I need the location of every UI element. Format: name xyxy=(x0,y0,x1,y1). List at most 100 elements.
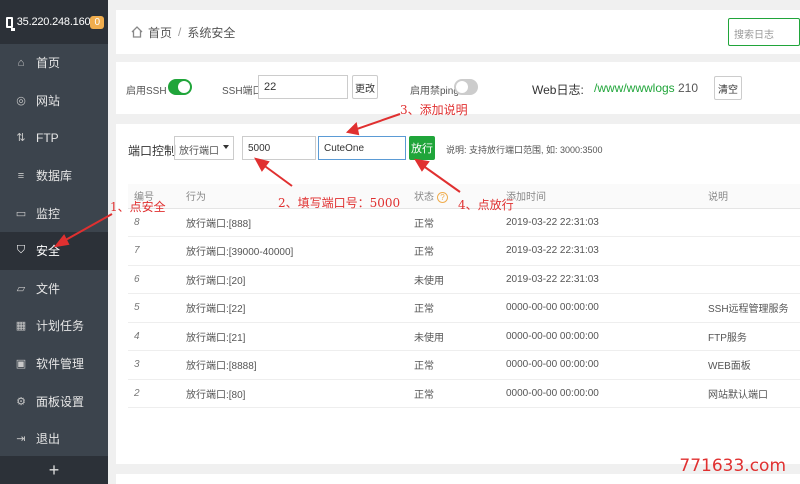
sidebar-item-3[interactable]: ≡ 数据库 xyxy=(0,157,108,195)
sidebar-item-10[interactable]: ⇥ 退出 xyxy=(0,420,108,458)
ping-toggle[interactable] xyxy=(454,79,478,95)
ssh-toggle[interactable] xyxy=(168,79,192,95)
cell-status: 未使用 xyxy=(414,265,506,294)
sidebar-item-label: FTP xyxy=(36,130,59,145)
port-control-title: 端口控制 xyxy=(128,144,177,158)
sidebar-item-9[interactable]: ⚙ 面板设置 xyxy=(0,382,108,420)
cell-action: 放行端口:[21] xyxy=(186,322,414,351)
col-time: 添加时间 xyxy=(506,184,708,209)
table-row: 7 放行端口:[39000-40000] 正常 2019-03-22 22:31:03 xyxy=(128,236,800,266)
cell-id: 7 xyxy=(128,236,186,266)
cell-time: 0000-00-00 00:00:00 xyxy=(506,322,708,351)
monitor-icon xyxy=(6,16,15,31)
ping-label: 启用禁ping xyxy=(410,86,459,97)
cell-desc: WEB面板 xyxy=(708,350,800,380)
sidebar-item-1[interactable]: ◎ 网站 xyxy=(0,82,108,120)
cell-desc: SSH远程管理服务 xyxy=(708,293,800,323)
annotation-step4: 4、点放行 xyxy=(458,198,514,212)
cell-status: 正常 xyxy=(414,236,506,266)
weblog-path[interactable]: /www/wwwlogs xyxy=(594,81,675,95)
home-icon: ⌂ xyxy=(17,56,25,69)
help-icon[interactable]: ? xyxy=(437,192,448,204)
gear-icon: ⚙ xyxy=(16,395,26,408)
port-input[interactable]: 5000 xyxy=(242,136,316,160)
rule-type-select[interactable]: 放行端口 xyxy=(174,136,234,160)
calendar-icon: ▦ xyxy=(15,320,27,333)
cell-desc xyxy=(708,265,800,294)
breadcrumb-current: 系统安全 xyxy=(187,25,236,40)
sidebar-item-6[interactable]: ▱ 文件 xyxy=(0,270,108,308)
table-row: 6 放行端口:[20] 未使用 2019-03-22 22:31:03 xyxy=(128,265,800,294)
cell-time: 0000-00-00 00:00:00 xyxy=(506,293,708,323)
sidebar: 35.220.248.160 0 ⌂ 首页 ◎ 网站 ⇅ FTP ≡ 数据库 ▭ 监控 ⛉ 安全 ▱ 文件… xyxy=(0,0,108,484)
sidebar-item-4[interactable]: ▭ 监控 xyxy=(0,194,108,232)
cell-id: 6 xyxy=(128,265,186,294)
cell-status: 正常 xyxy=(414,379,506,408)
server-ip: 35.220.248.160 xyxy=(16,16,91,28)
cell-id: 3 xyxy=(128,350,186,380)
chevron-down-icon xyxy=(223,145,229,149)
annotation-step3: 3、添加说明 xyxy=(400,103,468,117)
cell-desc xyxy=(708,236,800,266)
cell-desc xyxy=(708,208,800,237)
rule-type-value: 放行端口 xyxy=(179,146,219,157)
port-hint: 说明: 支持放行端口范围, 如: 3000:3500 xyxy=(446,145,603,155)
add-button[interactable]: + xyxy=(0,456,108,484)
breadcrumb-home[interactable]: 首页 xyxy=(148,24,172,41)
sidebar-item-7[interactable]: ▦ 计划任务 xyxy=(0,307,108,345)
cell-id: 5 xyxy=(128,293,186,323)
cell-action: 放行端口:[8888] xyxy=(186,350,414,380)
change-port-button[interactable]: 更改 xyxy=(352,75,378,99)
sidebar-item-5[interactable]: ⛉ 安全 xyxy=(0,231,108,270)
ftp-icon: ⇅ xyxy=(16,132,26,145)
col-status-label: 状态 xyxy=(414,192,434,204)
description-input[interactable]: CuteOne xyxy=(318,136,406,160)
main-content: 首页 / 系统安全 搜索日志 启用SSH SSH端口: 22 更改 启用禁pin… xyxy=(108,0,800,484)
sidebar-item-2[interactable]: ⇅ FTP xyxy=(0,119,108,157)
sidebar-item-label: 退出 xyxy=(36,432,61,447)
cell-action: 放行端口:[39000-40000] xyxy=(186,236,414,266)
cell-desc: 网站默认端口 xyxy=(708,379,800,408)
breadcrumb-separator: / xyxy=(178,25,182,39)
cell-action: 放行端口:[888] xyxy=(186,208,414,237)
notification-badge[interactable]: 0 xyxy=(90,15,104,29)
cell-action: 放行端口:[22] xyxy=(186,293,414,323)
allow-button[interactable]: 放行 xyxy=(409,136,435,160)
annotation-step1: 1、点安全 xyxy=(110,200,166,214)
watermark: 771633.com xyxy=(679,456,786,476)
port-rules-table: 编号 行为 状态? 添加时间 说明 8 放行端口:[888] 正常 2019-03-2… xyxy=(128,184,800,408)
table-row: 2 放行端口:[80] 正常 0000-00-00 00:00:00 网站默认端口 xyxy=(128,379,800,408)
port-control-panel: 端口控制 放行端口 5000 CuteOne 放行 说明: 支持放行端口范围, … xyxy=(116,124,800,464)
ssh-port-input[interactable]: 22 xyxy=(258,75,348,99)
sidebar-item-label: 计划任务 xyxy=(36,319,85,334)
log-search-input[interactable]: 搜索日志 xyxy=(728,18,800,46)
cell-time: 2019-03-22 22:31:03 xyxy=(506,208,708,237)
sidebar-item-label: 数据库 xyxy=(36,169,73,184)
cell-id: 4 xyxy=(128,322,186,351)
cell-action: 放行端口:[80] xyxy=(186,379,414,408)
cell-status: 正常 xyxy=(414,293,506,323)
sidebar-item-0[interactable]: ⌂ 首页 xyxy=(0,44,108,82)
sidebar-item-label: 首页 xyxy=(36,56,61,71)
home-icon[interactable] xyxy=(130,25,144,39)
sidebar-menu: ⌂ 首页 ◎ 网站 ⇅ FTP ≡ 数据库 ▭ 监控 ⛉ 安全 ▱ 文件 ▦ 计划任务 ▣ 软件管理 ⚙ 面板设置 ⇥ 退… xyxy=(0,44,108,458)
weblog-label: Web日志: xyxy=(532,83,584,97)
shield-icon: ⛉ xyxy=(16,244,26,257)
apps-icon: ▣ xyxy=(15,358,27,371)
table-row: 4 放行端口:[21] 未使用 0000-00-00 00:00:00 FTP服务 xyxy=(128,322,800,351)
cell-action: 放行端口:[20] xyxy=(186,265,414,294)
sidebar-item-label: 监控 xyxy=(36,206,61,221)
cell-time: 0000-00-00 00:00:00 xyxy=(506,350,708,380)
table-row: 3 放行端口:[8888] 正常 0000-00-00 00:00:00 WEB面板 xyxy=(128,350,800,380)
sidebar-item-label: 安全 xyxy=(36,244,61,259)
cell-time: 2019-03-22 22:31:03 xyxy=(506,265,708,294)
sidebar-item-label: 面板设置 xyxy=(36,394,85,409)
monitor-icon: ▭ xyxy=(15,207,27,220)
clear-log-button[interactable]: 清空 xyxy=(714,76,742,100)
cell-id: 2 xyxy=(128,379,186,408)
sidebar-item-8[interactable]: ▣ 软件管理 xyxy=(0,345,108,383)
database-icon: ≡ xyxy=(17,169,25,182)
folder-icon: ▱ xyxy=(16,282,26,295)
table-row: 5 放行端口:[22] 正常 0000-00-00 00:00:00 SSH远程管理服务 xyxy=(128,293,800,323)
sidebar-item-label: 网站 xyxy=(36,93,61,108)
